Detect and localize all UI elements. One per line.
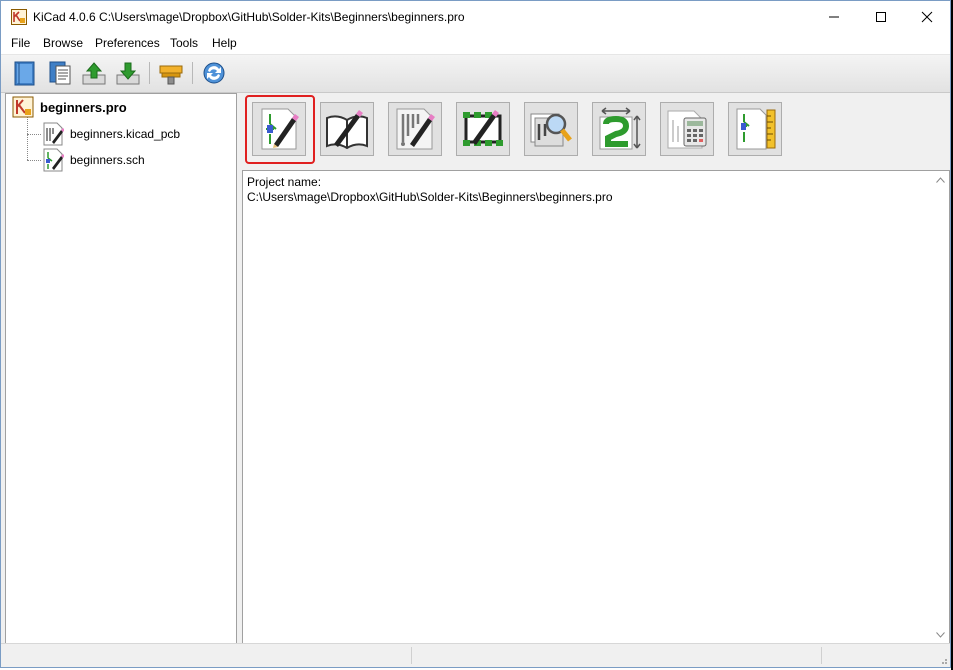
maximize-button[interactable] bbox=[858, 1, 904, 32]
save-project-icon bbox=[116, 62, 140, 85]
tree-item-label: beginners.pro bbox=[40, 99, 127, 115]
status-separator bbox=[411, 647, 412, 664]
tree-connector bbox=[27, 116, 28, 160]
new-from-template-icon bbox=[49, 61, 71, 85]
maximize-icon bbox=[876, 11, 886, 22]
project-path-text: C:\Users\mage\Dropbox\GitHub\Solder-Kits… bbox=[247, 190, 613, 204]
close-button[interactable] bbox=[904, 1, 950, 32]
save-project-button[interactable] bbox=[114, 59, 142, 87]
gerbview-icon bbox=[530, 113, 572, 147]
scroll-up-icon[interactable] bbox=[936, 177, 945, 183]
menu-preferences[interactable]: Preferences bbox=[95, 36, 160, 50]
tree-connector bbox=[27, 134, 41, 135]
pcb-calculator-icon bbox=[667, 110, 707, 149]
vertical-scrollbar[interactable] bbox=[932, 171, 949, 644]
library-editor-icon bbox=[326, 110, 368, 150]
gerbview-button[interactable] bbox=[524, 102, 578, 156]
menu-tools[interactable]: Tools bbox=[170, 36, 198, 50]
open-project-icon bbox=[82, 62, 106, 85]
toolbar-separator bbox=[149, 62, 150, 84]
kicad-window: KiCad 4.0.6 C:\Users\mage\Dropbox\GitHub… bbox=[0, 0, 951, 668]
footprint-editor-icon bbox=[463, 110, 503, 146]
status-bar bbox=[1, 643, 950, 667]
status-separator bbox=[821, 647, 822, 664]
project-tree: beginners.pro beginners.kicad_pcb beginn… bbox=[5, 93, 237, 644]
project-name-label: Project name: bbox=[247, 175, 322, 189]
worksheet-editor-button[interactable] bbox=[728, 102, 782, 156]
refresh-icon bbox=[203, 62, 225, 84]
kicad-app-icon bbox=[11, 9, 27, 25]
tree-item-label: beginners.sch bbox=[70, 153, 145, 167]
window-title: KiCad 4.0.6 C:\Users\mage\Dropbox\GitHub… bbox=[33, 10, 465, 24]
tree-item-label: beginners.kicad_pcb bbox=[70, 127, 181, 141]
title-bar: KiCad 4.0.6 C:\Users\mage\Dropbox\GitHub… bbox=[1, 1, 950, 32]
main-toolbar bbox=[1, 54, 950, 93]
worksheet-editor-icon bbox=[736, 108, 776, 150]
message-panel[interactable]: Project name: C:\Users\mage\Dropbox\GitH… bbox=[242, 170, 950, 645]
pcbnew-icon bbox=[396, 108, 435, 150]
bitmap2component-icon bbox=[599, 107, 641, 150]
refresh-button[interactable] bbox=[200, 59, 228, 87]
kicad-project-icon bbox=[12, 96, 34, 118]
menu-browse[interactable]: Browse bbox=[43, 36, 83, 50]
open-project-button[interactable] bbox=[80, 59, 108, 87]
resize-grip-icon[interactable] bbox=[938, 655, 948, 665]
archive-project-icon bbox=[159, 65, 183, 85]
tree-item-project[interactable]: beginners.pro bbox=[12, 96, 127, 118]
new-project-button[interactable] bbox=[11, 59, 39, 87]
archive-project-button[interactable] bbox=[157, 59, 185, 87]
new-project-icon bbox=[14, 61, 35, 86]
tree-connector bbox=[27, 160, 41, 161]
pcb-file-icon bbox=[43, 122, 64, 146]
minimize-button[interactable] bbox=[811, 1, 857, 32]
menu-help[interactable]: Help bbox=[212, 36, 237, 50]
scroll-down-icon[interactable] bbox=[936, 632, 945, 638]
eeschema-button[interactable] bbox=[252, 102, 306, 156]
toolbar-separator bbox=[192, 62, 193, 84]
minimize-icon bbox=[829, 16, 839, 17]
eeschema-icon bbox=[261, 108, 299, 150]
footprint-editor-button[interactable] bbox=[456, 102, 510, 156]
library-editor-button[interactable] bbox=[320, 102, 374, 156]
new-from-template-button[interactable] bbox=[46, 59, 74, 87]
tool-launcher-bar bbox=[242, 93, 787, 165]
tree-item-schematic-file[interactable]: beginners.sch bbox=[42, 148, 145, 172]
pcbnew-button[interactable] bbox=[388, 102, 442, 156]
close-icon bbox=[921, 11, 933, 22]
bitmap2component-button[interactable] bbox=[592, 102, 646, 156]
pcb-calculator-button[interactable] bbox=[660, 102, 714, 156]
tree-item-pcb-file[interactable]: beginners.kicad_pcb bbox=[42, 122, 180, 146]
menu-file[interactable]: File bbox=[11, 36, 30, 50]
menu-bar: File Browse Preferences Tools Help bbox=[1, 32, 950, 54]
schematic-file-icon bbox=[43, 148, 64, 172]
